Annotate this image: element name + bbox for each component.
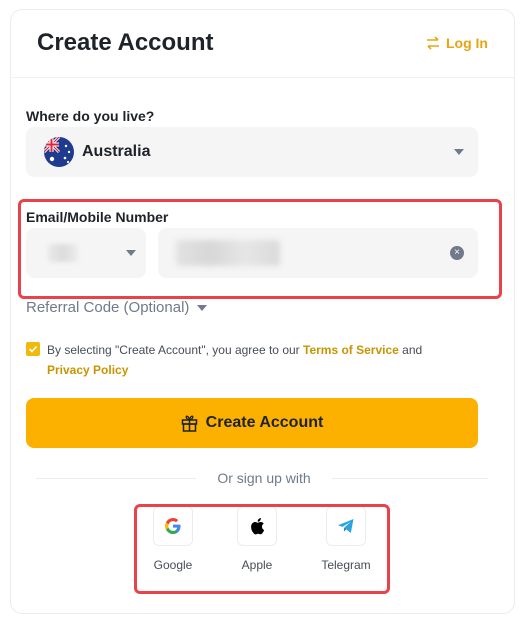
- caret-down-icon: [197, 304, 208, 311]
- terms-of-service-link[interactable]: Terms of Service: [303, 343, 399, 357]
- login-link[interactable]: Log In: [426, 35, 488, 51]
- create-account-label: Create Account: [205, 414, 324, 431]
- terms-and: and: [398, 343, 423, 357]
- chevron-down-icon: [454, 149, 464, 155]
- login-label: Log In: [446, 35, 488, 51]
- australia-flag-icon: [44, 137, 74, 167]
- check-icon: [28, 345, 38, 353]
- privacy-policy-link[interactable]: Privacy Policy: [47, 363, 128, 377]
- country-value: Australia: [82, 143, 151, 160]
- contact-highlight-box: [18, 199, 502, 299]
- terms-checkbox[interactable]: [26, 342, 40, 356]
- card-header: Create Account Log In: [11, 10, 514, 78]
- terms-prefix: By selecting "Create Account", you agree…: [47, 343, 303, 357]
- referral-toggle[interactable]: Referral Code (Optional): [26, 299, 208, 316]
- country-label: Where do you live?: [26, 108, 155, 124]
- signup-options-highlight-box: [134, 504, 390, 594]
- signup-divider-text: Or sign up with: [217, 470, 311, 486]
- terms-text: By selecting "Create Account", you agree…: [47, 340, 467, 380]
- referral-label: Referral Code (Optional): [26, 299, 190, 316]
- country-select[interactable]: Australia: [26, 127, 478, 177]
- page-title: Create Account: [37, 29, 214, 56]
- swap-icon: [427, 36, 439, 50]
- create-account-button[interactable]: Create Account: [26, 398, 478, 448]
- gift-icon: [181, 415, 197, 432]
